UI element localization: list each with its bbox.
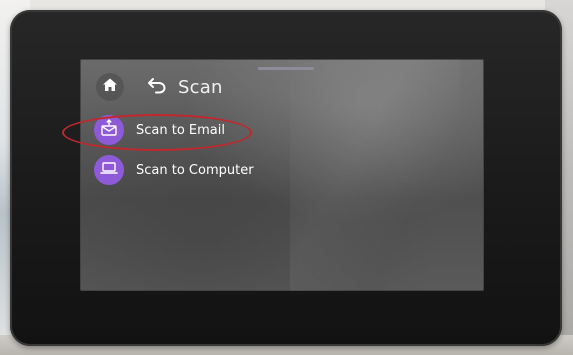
back-arrow-icon xyxy=(147,76,167,98)
scan-to-computer-label: Scan to Computer xyxy=(136,162,254,178)
drag-handle[interactable] xyxy=(258,67,314,70)
back-button[interactable] xyxy=(146,76,168,98)
scan-to-email-item[interactable]: Scan to Email xyxy=(94,115,474,145)
printer-touchscreen: Scan Scan to Email Scan to Computer xyxy=(80,59,484,291)
screen-header: Scan xyxy=(96,73,223,101)
scan-to-computer-item[interactable]: Scan to Computer xyxy=(94,155,474,185)
envelope-icon xyxy=(100,119,118,141)
scan-to-computer-icon-badge xyxy=(94,155,124,185)
scan-to-email-label: Scan to Email xyxy=(136,122,225,138)
scan-to-email-icon-badge xyxy=(94,115,124,145)
laptop-icon xyxy=(100,159,118,181)
home-icon xyxy=(102,77,118,97)
page-title: Scan xyxy=(178,76,223,98)
home-button[interactable] xyxy=(96,73,124,101)
scan-options-list: Scan to Email Scan to Computer xyxy=(94,115,474,195)
